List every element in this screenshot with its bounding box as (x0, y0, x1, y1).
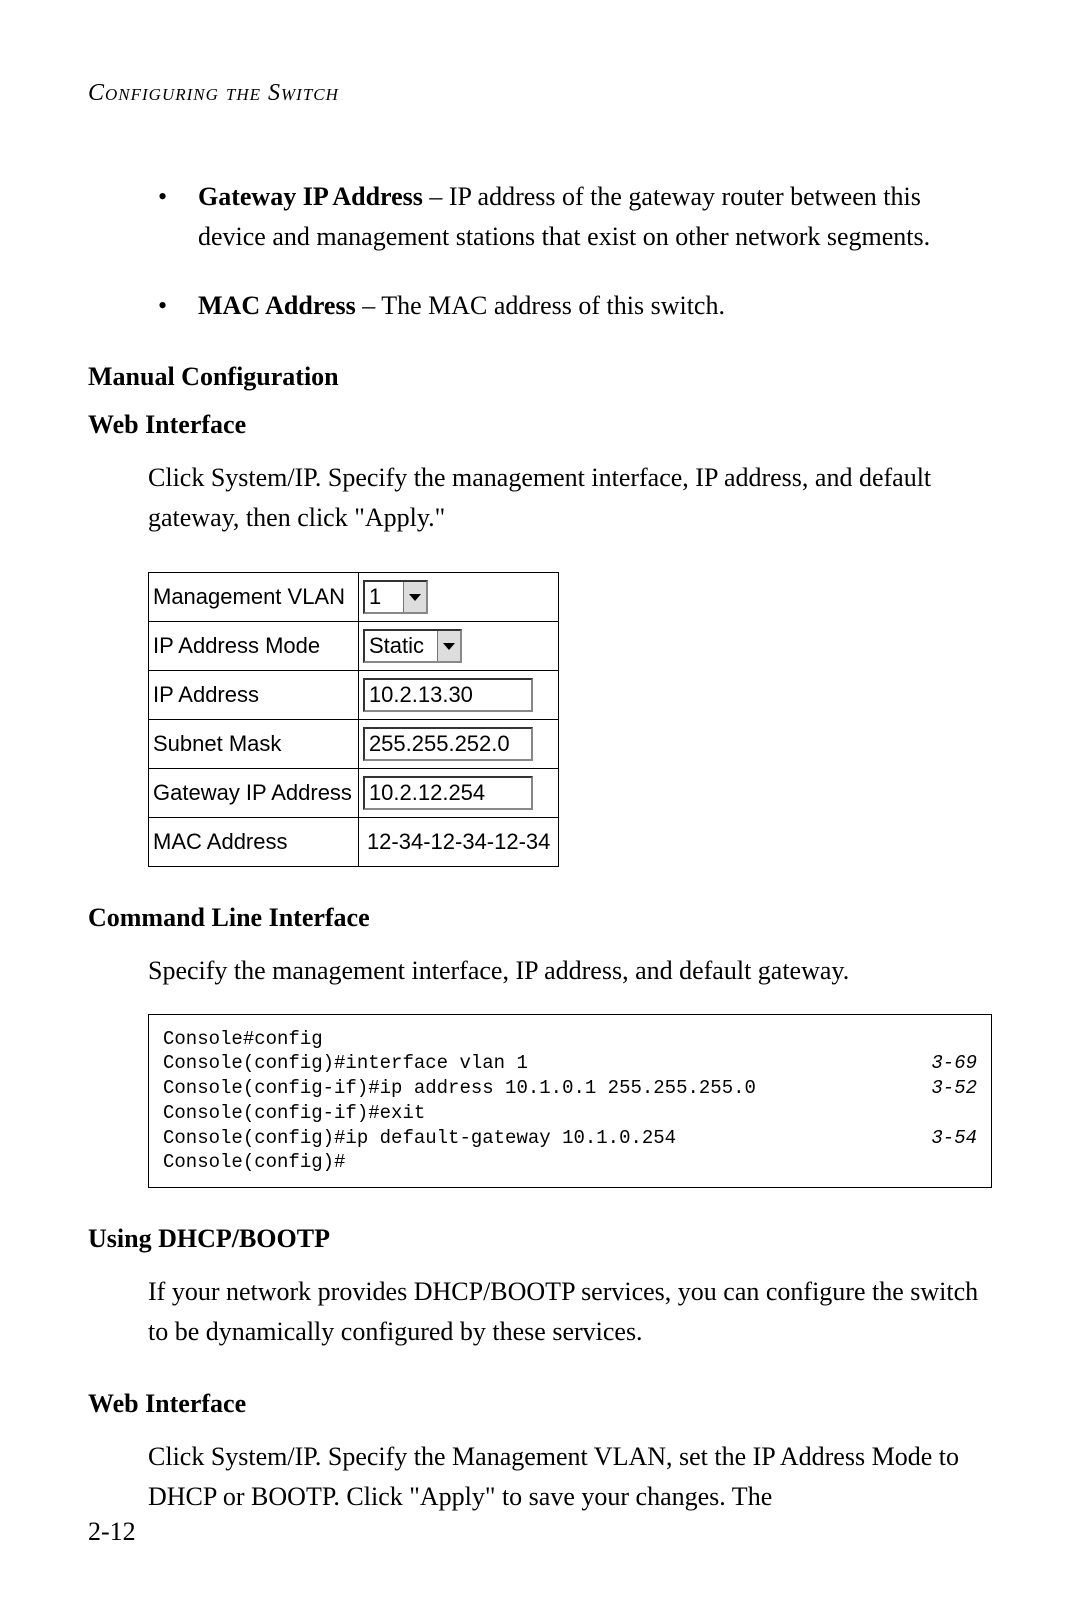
bullet-term: Gateway IP Address (198, 182, 423, 211)
field-value-cell: 10.2.12.254 (358, 769, 558, 818)
field-value-cell: Static (358, 622, 558, 671)
field-value-cell: 255.255.252.0 (358, 720, 558, 769)
cli-line: Console(config-if)#exit (163, 1101, 977, 1126)
cli-text: Console(config)#ip default-gateway 10.1.… (163, 1126, 676, 1151)
heading-cli: Command Line Interface (88, 903, 992, 933)
paragraph: Specify the management interface, IP add… (148, 951, 992, 991)
table-row: Subnet Mask 255.255.252.0 (149, 720, 559, 769)
field-label: IP Address Mode (149, 622, 359, 671)
table-row: Management VLAN 1 (149, 573, 559, 622)
cli-text: Console#config (163, 1027, 323, 1052)
bullet-item: • Gateway IP Address – IP address of the… (158, 177, 992, 258)
page: Configuring the Switch • Gateway IP Addr… (0, 0, 1080, 1607)
heading-manual-configuration: Manual Configuration (88, 362, 992, 392)
select-value: 1 (365, 582, 403, 612)
gateway-ip-input[interactable]: 10.2.12.254 (363, 776, 533, 810)
heading-dhcp: Using DHCP/BOOTP (88, 1224, 992, 1254)
field-value-cell: 10.2.13.30 (358, 671, 558, 720)
ip-address-mode-select[interactable]: Static (363, 629, 462, 663)
cli-ref: 3-69 (919, 1051, 977, 1076)
cli-line: Console(config)# (163, 1150, 977, 1175)
chevron-down-icon (403, 582, 426, 612)
cli-text: Console(config)#interface vlan 1 (163, 1051, 528, 1076)
bullet-text: Gateway IP Address – IP address of the g… (198, 177, 992, 258)
chevron-down-icon (437, 631, 460, 661)
cli-text: Console(config-if)#exit (163, 1101, 425, 1126)
cli-ref (965, 1027, 977, 1052)
cli-ref (965, 1150, 977, 1175)
paragraph: Click System/IP. Specify the Management … (148, 1437, 992, 1518)
cli-ref: 3-52 (919, 1076, 977, 1101)
cli-line: Console(config)#interface vlan 1 3-69 (163, 1051, 977, 1076)
table-row: Gateway IP Address 10.2.12.254 (149, 769, 559, 818)
config-table: Management VLAN 1 IP Address Mode Static (148, 572, 992, 867)
table-row: IP Address Mode Static (149, 622, 559, 671)
cli-text: Console(config-if)#ip address 10.1.0.1 2… (163, 1076, 756, 1101)
bullet-text: MAC Address – The MAC address of this sw… (198, 286, 992, 326)
cli-line: Console(config-if)#ip address 10.1.0.1 2… (163, 1076, 977, 1101)
cli-ref: 3-54 (919, 1126, 977, 1151)
field-label: Management VLAN (149, 573, 359, 622)
page-number: 2-12 (88, 1517, 136, 1547)
config-table-inner: Management VLAN 1 IP Address Mode Static (148, 572, 559, 867)
field-label: Subnet Mask (149, 720, 359, 769)
bullet-dot: • (158, 177, 198, 258)
cli-box: Console#config Console(config)#interface… (148, 1014, 992, 1188)
heading-web-interface: Web Interface (88, 1389, 992, 1419)
field-label: IP Address (149, 671, 359, 720)
table-row: IP Address 10.2.13.30 (149, 671, 559, 720)
field-value-cell: 1 (358, 573, 558, 622)
bullet-term: MAC Address (198, 291, 356, 320)
select-value: Static (365, 631, 437, 661)
cli-text: Console(config)# (163, 1150, 345, 1175)
running-head: Configuring the Switch (88, 80, 992, 107)
cli-line: Console(config)#ip default-gateway 10.1.… (163, 1126, 977, 1151)
heading-web-interface: Web Interface (88, 410, 992, 440)
bullet-dot: • (158, 286, 198, 326)
subnet-mask-input[interactable]: 255.255.252.0 (363, 727, 533, 761)
bullet-desc: – The MAC address of this switch. (356, 291, 725, 320)
cli-line: Console#config (163, 1027, 977, 1052)
paragraph: If your network provides DHCP/BOOTP serv… (148, 1272, 992, 1353)
mac-address-value: 12-34-12-34-12-34 (363, 827, 554, 856)
bullet-list: • Gateway IP Address – IP address of the… (158, 177, 992, 326)
field-label: MAC Address (149, 818, 359, 867)
cli-ref (965, 1101, 977, 1126)
table-row: MAC Address 12-34-12-34-12-34 (149, 818, 559, 867)
paragraph: Click System/IP. Specify the management … (148, 458, 992, 539)
ip-address-input[interactable]: 10.2.13.30 (363, 678, 533, 712)
field-value-cell: 12-34-12-34-12-34 (358, 818, 558, 867)
management-vlan-select[interactable]: 1 (363, 580, 428, 614)
bullet-item: • MAC Address – The MAC address of this … (158, 286, 992, 326)
field-label: Gateway IP Address (149, 769, 359, 818)
